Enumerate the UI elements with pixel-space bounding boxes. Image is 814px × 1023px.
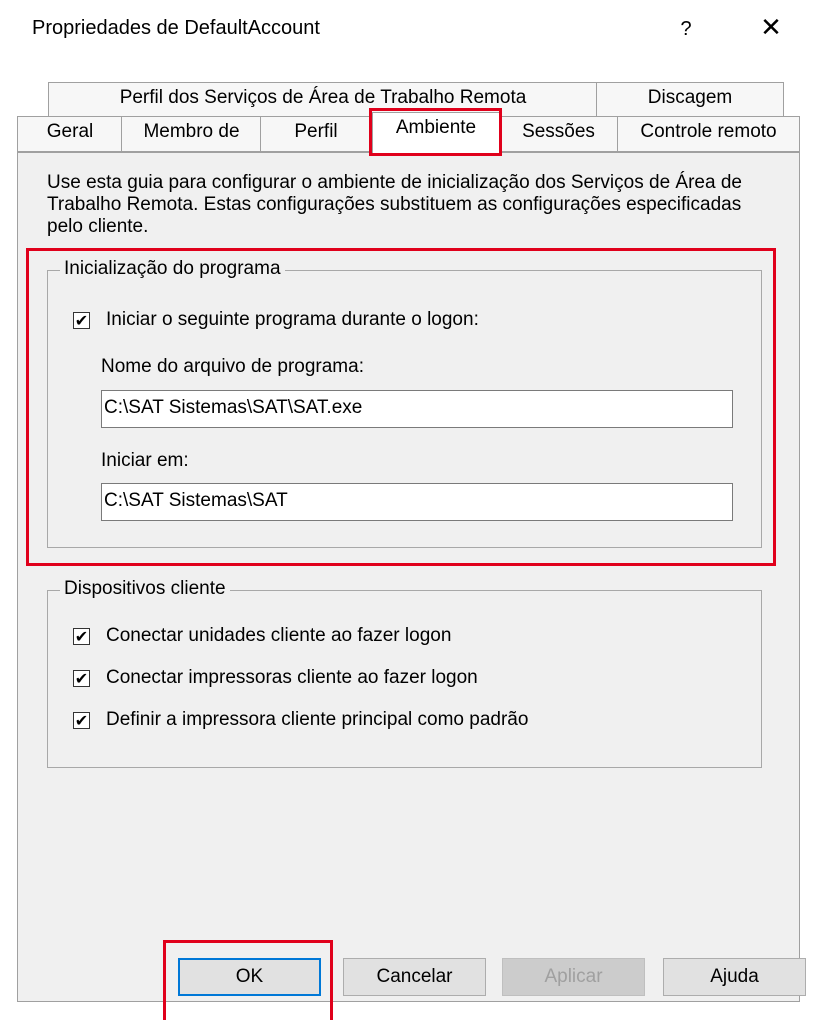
help-icon[interactable]: ?	[671, 14, 701, 44]
tab-sessions[interactable]: Sessões	[498, 116, 619, 152]
tab-member-of[interactable]: Membro de	[121, 116, 262, 152]
window-title: Propriedades de DefaultAccount	[32, 17, 320, 39]
description-text: Use esta guia para configurar o ambiente…	[47, 172, 742, 237]
ok-highlight-annotation	[163, 940, 333, 1020]
program-startup-highlight-annotation	[26, 248, 776, 566]
default-printer-label: Definir a impressora cliente principal c…	[106, 709, 529, 730]
default-printer-checkbox[interactable]: ✔	[73, 712, 90, 729]
tab-profile[interactable]: Perfil	[260, 116, 372, 152]
tab-remote-desktop-profile[interactable]: Perfil dos Serviços de Área de Trabalho …	[48, 82, 598, 118]
help-button[interactable]: Ajuda	[663, 958, 806, 996]
tab-highlight-annotation	[369, 108, 502, 156]
close-icon[interactable]: ✕	[756, 13, 786, 43]
connect-printers-checkbox[interactable]: ✔	[73, 670, 90, 687]
tab-dial-in[interactable]: Discagem	[596, 82, 784, 118]
connect-drives-label: Conectar unidades cliente ao fazer logon	[106, 625, 452, 646]
apply-button: Aplicar	[502, 958, 645, 996]
connect-printers-label: Conectar impressoras cliente ao fazer lo…	[106, 667, 478, 688]
tab-remote-control[interactable]: Controle remoto	[617, 116, 800, 152]
client-devices-legend: Dispositivos cliente	[60, 578, 230, 600]
tab-general[interactable]: Geral	[17, 116, 123, 152]
cancel-button[interactable]: Cancelar	[343, 958, 486, 996]
connect-drives-checkbox[interactable]: ✔	[73, 628, 90, 645]
